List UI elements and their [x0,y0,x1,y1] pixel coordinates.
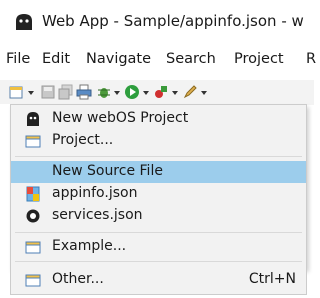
menu-separator [15,232,302,233]
menu-item-example[interactable]: Example... [11,236,306,258]
print-icon[interactable] [76,84,92,100]
new-wizard-icon[interactable] [8,84,24,100]
menu-item-services-json[interactable]: services.json [11,205,306,227]
menu-file[interactable]: File [6,51,30,67]
menu-item-label: appinfo.json [52,185,138,201]
menu-search[interactable]: Search [166,51,216,67]
menu-item-label: New Source File [52,163,163,179]
other-wizard-icon [25,274,41,287]
menu-item-other[interactable]: Other... Ctrl+N [10,267,307,295]
chevron-down-icon[interactable] [114,91,120,95]
menu-item-appinfo-json[interactable]: appinfo.json [11,183,306,205]
menu-item-label: Other... [52,271,104,287]
toolbar [0,80,314,105]
shortcut-label: Ctrl+N [248,271,296,287]
menu-project[interactable]: Project [234,51,284,67]
webos-app-icon [16,14,32,30]
project-icon [25,135,41,148]
menu-item-label: New webOS Project [52,110,189,126]
chevron-down-icon[interactable] [143,91,149,95]
services-icon [26,209,40,223]
menu-item-new-webos-project[interactable]: New webOS Project [11,108,306,130]
menu-separator [15,156,302,157]
menu-navigate[interactable]: Navigate [86,51,151,67]
menu-item-label: Example... [52,238,127,254]
menu-run[interactable]: R [306,51,316,67]
title-bar: Web App - Sample/appinfo.json - w [0,0,314,42]
menu-separator [15,261,302,262]
left-editor-strip [0,104,10,269]
new-dropdown-menu: New webOS Project Project... New Source … [10,104,307,269]
pencil-icon[interactable] [182,84,198,100]
save-all-icon[interactable] [58,84,74,100]
webos-project-icon [27,112,39,126]
external-tools-icon[interactable] [153,84,169,100]
save-icon[interactable] [40,84,56,100]
menu-item-project[interactable]: Project... [11,130,306,152]
example-icon [25,241,41,254]
menu-bar: File Edit Navigate Search Project R [0,42,316,80]
chevron-down-icon[interactable] [172,91,178,95]
run-icon[interactable] [124,84,140,100]
debug-icon[interactable] [96,84,112,100]
menu-edit[interactable]: Edit [42,51,70,67]
menu-item-label: Project... [52,132,114,148]
menu-item-label: services.json [52,207,143,223]
json-file-icon [26,186,40,202]
chevron-down-icon[interactable] [28,91,34,95]
chevron-down-icon[interactable] [201,91,207,95]
window-title: Web App - Sample/appinfo.json - w [42,12,304,30]
menu-item-new-source-file[interactable]: New Source File [11,161,306,183]
